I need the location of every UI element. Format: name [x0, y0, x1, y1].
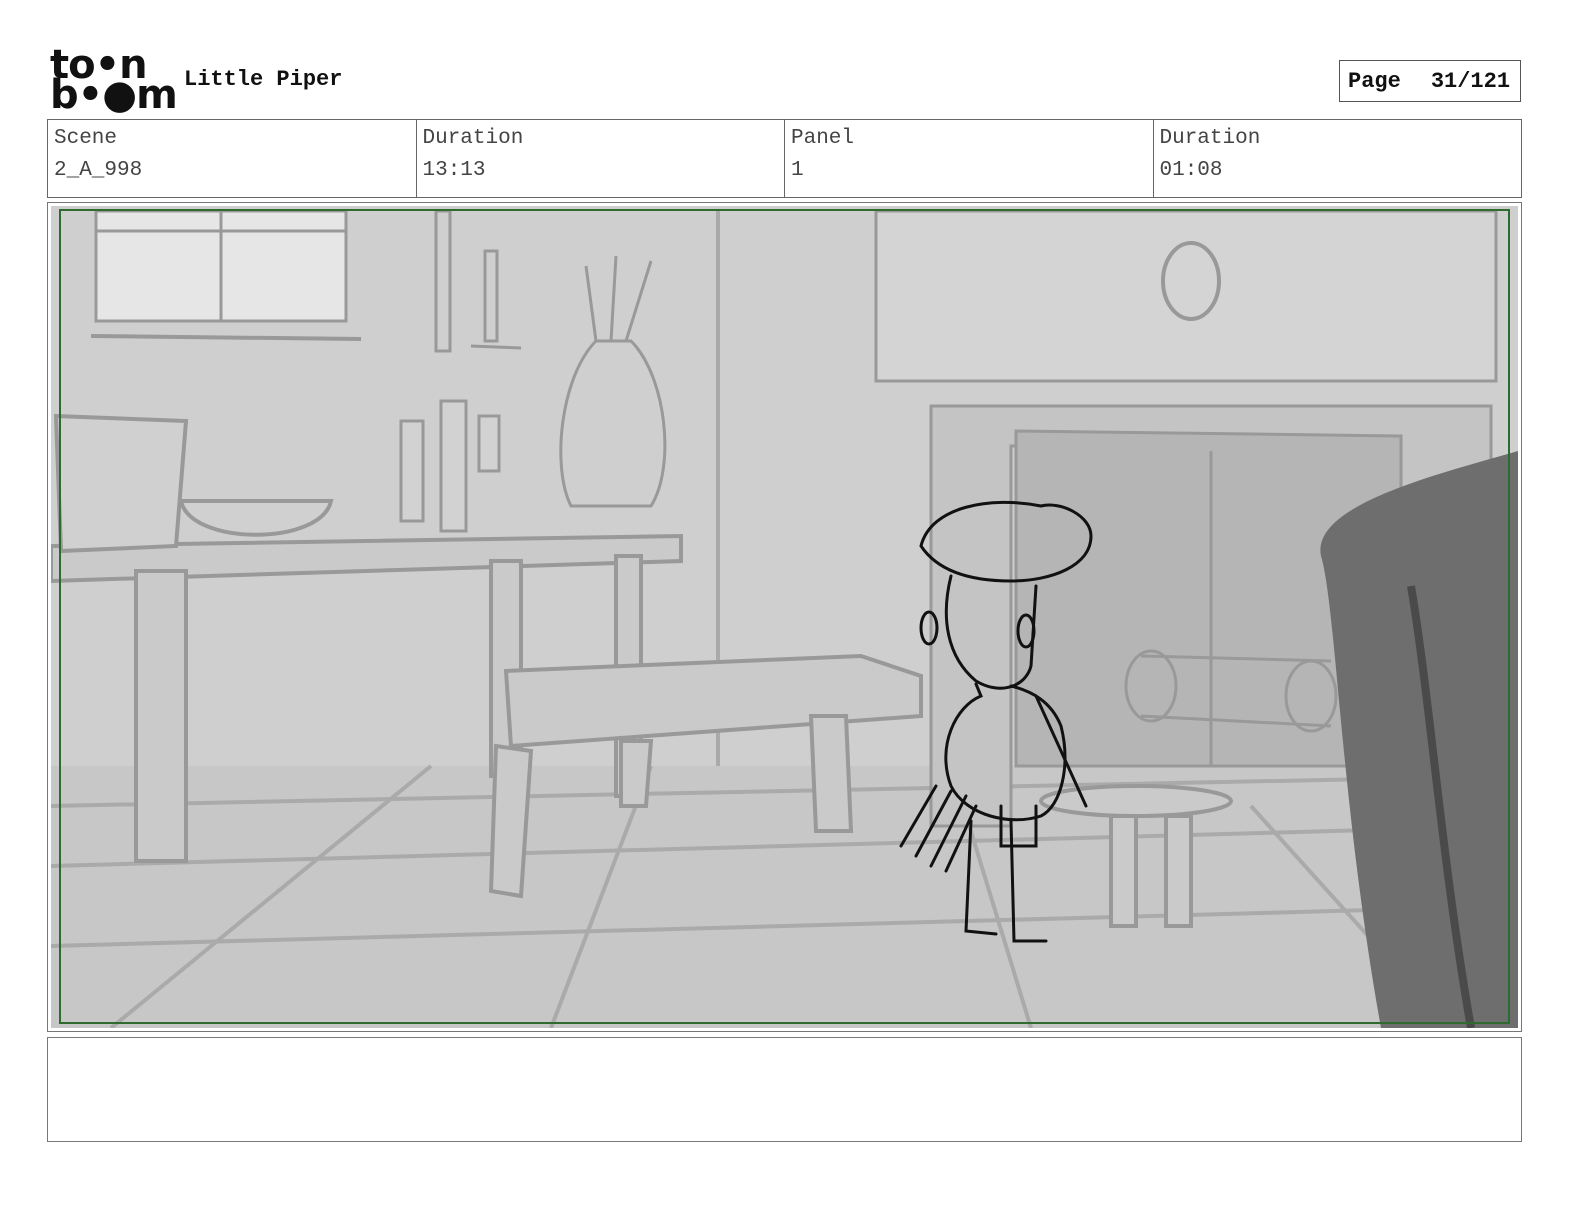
scene-cell: Scene 2_A_998 [48, 120, 417, 197]
toon-boom-logo: to•n b•●m [50, 45, 178, 115]
scene-duration-label: Duration [422, 127, 524, 150]
scene-duration-value: 13:13 [422, 159, 486, 182]
scene-label: Scene [54, 127, 118, 150]
logo-line-bottom: b•●m [50, 72, 178, 118]
page-indicator: Page 31/121 [1339, 60, 1521, 102]
storyboard-panel [47, 202, 1522, 1032]
page-label: Page [1348, 68, 1401, 94]
panel-sketch-image [51, 206, 1518, 1028]
panel-notes-box [47, 1037, 1522, 1142]
panel-duration-label: Duration [1159, 127, 1261, 150]
project-title: Little Piper [184, 67, 343, 92]
panel-label: Panel [791, 127, 855, 150]
scene-duration-cell: Duration 13:13 [417, 120, 785, 197]
panel-value: 1 [791, 159, 804, 182]
panel-duration-cell: Duration 01:08 [1154, 120, 1522, 197]
panel-duration-value: 01:08 [1159, 159, 1223, 182]
scene-value: 2_A_998 [54, 159, 143, 182]
panel-cell: Panel 1 [785, 120, 1154, 197]
page-number: 31/121 [1430, 68, 1511, 94]
scene-info-table: Scene 2_A_998 Duration 13:13 Panel 1 Dur… [47, 119, 1522, 198]
